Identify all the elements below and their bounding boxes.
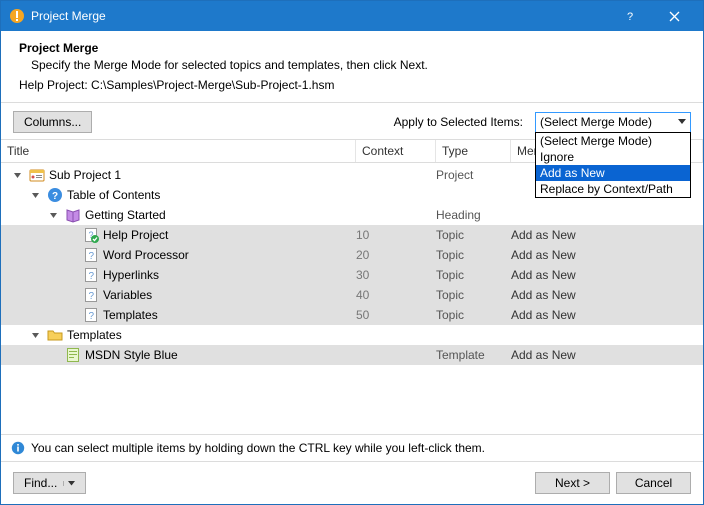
svg-text:?: ? <box>627 11 633 22</box>
help-project-path: Help Project: C:\Samples\Project-Merge\S… <box>19 78 685 92</box>
close-button[interactable] <box>652 1 697 31</box>
path-label: Help Project: <box>19 78 88 92</box>
folder-icon <box>47 327 63 343</box>
row-type: Topic <box>436 248 511 262</box>
tree-row[interactable]: Getting Started Heading <box>1 205 703 225</box>
page-title: Project Merge <box>19 41 685 55</box>
combo-value: (Select Merge Mode) <box>540 115 652 129</box>
svg-text:?: ? <box>89 271 95 282</box>
row-type: Topic <box>436 288 511 302</box>
expand-toggle[interactable] <box>31 331 45 340</box>
chevron-down-icon <box>678 119 686 125</box>
expand-toggle[interactable] <box>31 191 45 200</box>
topic-icon: ? <box>83 287 99 303</box>
row-context: 40 <box>356 288 436 302</box>
merge-mode-option[interactable]: Add as New <box>536 165 690 181</box>
col-header-context[interactable]: Context <box>356 140 436 162</box>
help-button[interactable]: ? <box>607 1 652 31</box>
book-icon <box>65 207 81 223</box>
page-subtitle: Specify the Merge Mode for selected topi… <box>31 58 685 72</box>
topic-icon: ? <box>83 267 99 283</box>
hint-text: You can select multiple items by holding… <box>31 441 485 455</box>
svg-text:?: ? <box>89 251 95 262</box>
row-type: Project <box>436 168 511 182</box>
next-button[interactable]: Next > <box>535 472 610 494</box>
row-type: Heading <box>436 208 511 222</box>
merge-mode-dropdown[interactable]: (Select Merge Mode)IgnoreAdd as NewRepla… <box>535 132 691 198</box>
topic-icon: ? <box>83 307 99 323</box>
col-header-type[interactable]: Type <box>436 140 511 162</box>
header-section: Project Merge Specify the Merge Mode for… <box>1 31 703 98</box>
window-title: Project Merge <box>31 9 607 23</box>
row-title: Variables <box>103 288 152 302</box>
tree-row[interactable]: Templates <box>1 325 703 345</box>
title-bar: Project Merge ? <box>1 1 703 31</box>
row-type: Topic <box>436 268 511 282</box>
merge-mode-option[interactable]: Ignore <box>536 149 690 165</box>
row-context: 20 <box>356 248 436 262</box>
toolbar: Columns... Apply to Selected Items: (Sel… <box>1 103 703 139</box>
find-label: Find... <box>24 476 57 490</box>
row-type: Topic <box>436 228 511 242</box>
svg-text:?: ? <box>52 191 58 202</box>
expand-toggle[interactable] <box>13 171 27 180</box>
svg-text:?: ? <box>89 291 95 302</box>
dialog-window: Project Merge ? Project Merge Specify th… <box>0 0 704 505</box>
row-title: Help Project <box>103 228 168 242</box>
row-title: Sub Project 1 <box>49 168 121 182</box>
columns-button[interactable]: Columns... <box>13 111 92 133</box>
cancel-button[interactable]: Cancel <box>616 472 691 494</box>
tree-row[interactable]: MSDN Style Blue TemplateAdd as New <box>1 345 703 365</box>
path-value: C:\Samples\Project-Merge\Sub-Project-1.h… <box>91 78 334 92</box>
row-merge-mode: Add as New <box>511 248 703 262</box>
row-title: Word Processor <box>103 248 189 262</box>
toc-icon: ? <box>47 187 63 203</box>
app-icon <box>9 8 25 24</box>
tree-row[interactable]: ? Variables 40TopicAdd as New <box>1 285 703 305</box>
row-context: 10 <box>356 228 436 242</box>
svg-text:?: ? <box>89 311 95 322</box>
row-type: Topic <box>436 308 511 322</box>
info-icon <box>11 441 25 455</box>
row-title: Table of Contents <box>67 188 160 202</box>
row-title: Getting Started <box>85 208 166 222</box>
row-merge-mode: Add as New <box>511 288 703 302</box>
project-icon <box>29 167 45 183</box>
tree-row[interactable]: ? Hyperlinks 30TopicAdd as New <box>1 265 703 285</box>
template-icon <box>65 347 81 363</box>
row-merge-mode: Add as New <box>511 308 703 322</box>
row-title: Templates <box>67 328 122 342</box>
row-title: Hyperlinks <box>103 268 159 282</box>
hint-bar: You can select multiple items by holding… <box>1 434 703 461</box>
tree-row[interactable]: ? Help Project 10TopicAdd as New <box>1 225 703 245</box>
tree-row[interactable]: ? Templates 50TopicAdd as New <box>1 305 703 325</box>
chevron-down-icon[interactable] <box>63 481 75 486</box>
topic-check-icon: ? <box>83 227 99 243</box>
apply-label: Apply to Selected Items: <box>394 115 523 129</box>
tree-row[interactable]: ? Word Processor 20TopicAdd as New <box>1 245 703 265</box>
row-merge-mode: Add as New <box>511 228 703 242</box>
expand-toggle[interactable] <box>49 211 63 220</box>
merge-mode-option[interactable]: Replace by Context/Path <box>536 181 690 197</box>
row-title: Templates <box>103 308 158 322</box>
row-context: 50 <box>356 308 436 322</box>
topic-icon: ? <box>83 247 99 263</box>
row-type: Template <box>436 348 511 362</box>
tree-grid[interactable]: Sub Project 1 Project? Table of Contents Ge… <box>1 163 703 434</box>
find-button[interactable]: Find... <box>13 472 86 494</box>
footer: Find... Next > Cancel <box>1 461 703 504</box>
row-merge-mode: Add as New <box>511 348 703 362</box>
merge-mode-option[interactable]: (Select Merge Mode) <box>536 133 690 149</box>
row-title: MSDN Style Blue <box>85 348 178 362</box>
col-header-title[interactable]: Title <box>1 140 356 162</box>
row-context: 30 <box>356 268 436 282</box>
merge-mode-combo[interactable]: (Select Merge Mode) <box>535 112 691 133</box>
row-merge-mode: Add as New <box>511 268 703 282</box>
